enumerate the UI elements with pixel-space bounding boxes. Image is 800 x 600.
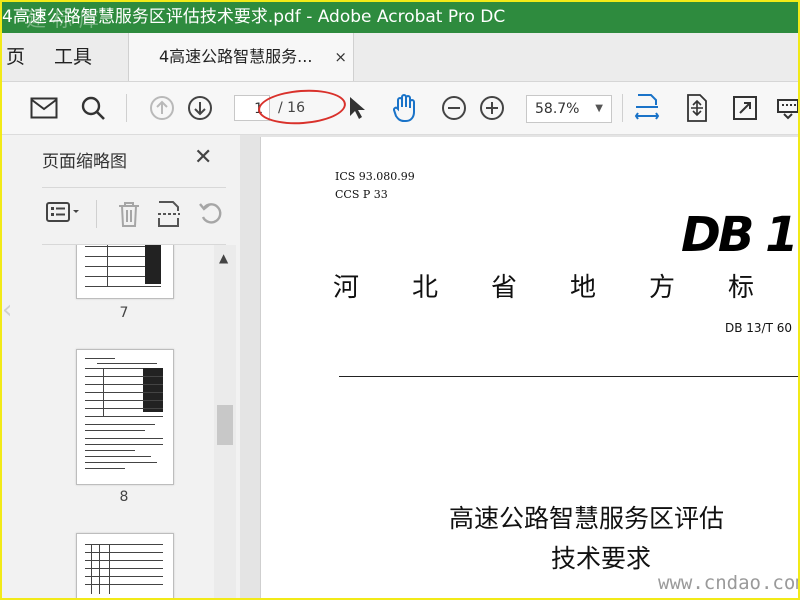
undo-icon[interactable] [198, 200, 224, 230]
scroll-up-icon[interactable]: ▲ [219, 251, 228, 265]
red-circle-annotation [256, 86, 348, 128]
trash-icon[interactable] [116, 200, 142, 232]
menu-tab-row: 页 工具 4高速公路智慧服务... × [2, 33, 798, 82]
full-screen-icon[interactable] [730, 82, 760, 134]
document-title-line1: 高速公路智慧服务区评估 [449, 504, 725, 533]
options-menu-icon[interactable] [46, 200, 82, 228]
scrollbar-thumb[interactable] [217, 405, 233, 445]
thumbnail-scrollbar[interactable]: ▲ [214, 245, 236, 598]
panel-title: 页面缩略图 [42, 152, 127, 172]
thumbnail-number: 8 [119, 489, 129, 505]
document-tab[interactable]: 4高速公路智慧服务... × [128, 33, 354, 81]
app-window: 4高速公路智慧服务区评估技术要求.pdf - Adobe Acrobat Pro… [0, 0, 800, 600]
panel-separator [96, 200, 97, 228]
document-page: ICS 93.080.99 CCS P 33 DB 1 河北省地方标 DB 13… [260, 137, 800, 598]
document-title-line2: 技术要求 [551, 544, 652, 573]
zoom-level-select[interactable]: 58.7% ▼ [526, 95, 612, 123]
next-page-icon[interactable] [186, 82, 214, 134]
email-icon[interactable] [28, 82, 60, 134]
panel-toolbar [42, 187, 226, 245]
ccs-code: CCS P 33 [335, 188, 388, 201]
title-bar: 4高速公路智慧服务区评估技术要求.pdf - Adobe Acrobat Pro… [2, 2, 798, 33]
zoom-in-icon[interactable] [478, 82, 506, 134]
db-mark: DB 1 [681, 207, 798, 263]
toolbar: 1 / 16 58.7% ▼ [2, 82, 798, 135]
zoom-out-icon[interactable] [440, 82, 468, 134]
site-watermark: www.cndao.com [658, 572, 800, 594]
hand-tool-icon[interactable] [390, 82, 420, 134]
previous-page-icon[interactable] [148, 82, 176, 134]
document-view: ICS 93.080.99 CCS P 33 DB 1 河北省地方标 DB 13… [240, 135, 798, 598]
tab-close-icon[interactable]: × [334, 33, 347, 81]
toolbar-separator [622, 94, 623, 122]
search-icon[interactable] [78, 82, 108, 134]
toolbar-separator [126, 94, 127, 122]
page-thumbnail-7[interactable] [76, 245, 174, 299]
ics-code: ICS 93.080.99 [335, 170, 415, 183]
thumbnail-list: 7 8 [2, 245, 212, 598]
document-tab-label: 4高速公路智慧服务... [159, 47, 313, 66]
fit-width-icon[interactable] [632, 82, 662, 134]
select-cursor-icon[interactable] [344, 82, 370, 134]
page-thumbnail-9[interactable] [76, 533, 174, 598]
top-watermark: 建 标 库 [26, 7, 99, 31]
zoom-level-value: 58.7% [535, 101, 580, 117]
menu-tools[interactable]: 工具 [54, 33, 92, 81]
thumbnail-number: 7 [119, 305, 129, 321]
province-standard-heading: 河北省地方标 [333, 273, 800, 303]
standard-number: DB 13/T 60 [725, 321, 793, 335]
close-icon[interactable]: ✕ [194, 145, 212, 170]
fit-page-icon[interactable] [682, 82, 712, 134]
chevron-down-icon: ▼ [595, 103, 603, 114]
insert-page-icon[interactable] [156, 200, 182, 232]
header-rule [339, 376, 798, 377]
page-thumbnail-8[interactable] [76, 349, 174, 485]
more-tools-icon[interactable] [774, 82, 798, 134]
menu-home[interactable]: 页 [6, 33, 25, 81]
page-thumbnails-panel: ‹ 页面缩略图 ✕ 7 8 ▲ [2, 135, 241, 598]
